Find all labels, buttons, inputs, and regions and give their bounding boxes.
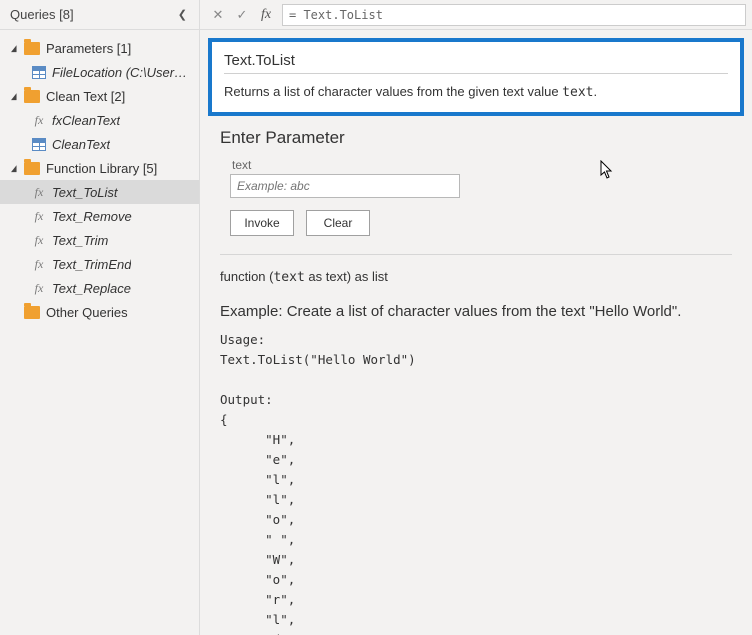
sig-prefix: function ( — [220, 269, 273, 284]
formula-input[interactable] — [282, 4, 746, 26]
queries-pane: Queries [8] ❮ ◢ Parameters [1] FileLocatio… — [0, 0, 200, 635]
queries-pane-title: Queries [8] — [10, 7, 74, 22]
queries-pane-header: Queries [8] ❮ — [0, 0, 199, 30]
tree-item[interactable]: fx Text_Trim — [0, 228, 199, 252]
example-code-block: Usage: Text.ToList("Hello World") Output… — [220, 330, 732, 635]
enter-parameter-title: Enter Parameter — [220, 128, 732, 148]
tree-item-label: Text_ToList — [52, 185, 118, 200]
table-icon — [32, 138, 46, 151]
param-text-input[interactable] — [230, 174, 460, 198]
sig-arg: text — [273, 270, 304, 285]
main-area: ✕ ✓ fx Text.ToList Returns a list of cha… — [200, 0, 752, 635]
fx-icon: fx — [254, 7, 278, 23]
tree-group-label: Function Library [5] — [46, 161, 157, 176]
example-title: Example: Create a list of character valu… — [220, 303, 732, 320]
tree-item[interactable]: CleanText — [0, 132, 199, 156]
triangle-down-icon[interactable]: ◢ — [11, 91, 19, 102]
tree-group[interactable]: ◢ Function Library [5] — [0, 156, 199, 180]
tree-item-label: Text_Replace — [52, 281, 131, 296]
folder-icon — [24, 306, 40, 319]
tree-item-label: Text_Trim — [52, 233, 108, 248]
tree-item-label: CleanText — [52, 137, 110, 152]
divider — [220, 254, 732, 255]
invoke-button[interactable]: Invoke — [230, 210, 294, 236]
tree-group-label: Other Queries — [46, 305, 128, 320]
formula-bar: ✕ ✓ fx — [200, 0, 752, 30]
function-description: Returns a list of character values from … — [224, 84, 728, 100]
folder-icon — [24, 42, 40, 55]
tree-item-label: Text_Remove — [52, 209, 132, 224]
queries-tree: ◢ Parameters [1] FileLocation (C:\Users\L.… — [0, 30, 199, 330]
clear-button[interactable]: Clear — [306, 210, 370, 236]
tree-group[interactable]: ◢ Clean Text [2] — [0, 84, 199, 108]
tree-group-label: Clean Text [2] — [46, 89, 125, 104]
collapse-pane-icon[interactable]: ❮ — [174, 6, 191, 23]
fx-icon: fx — [32, 281, 46, 296]
folder-icon — [24, 162, 40, 175]
function-info-box: Text.ToList Returns a list of character … — [208, 38, 744, 116]
tree-item[interactable]: fx Text_Remove — [0, 204, 199, 228]
desc-text: Returns a list of character values from … — [224, 84, 562, 99]
fx-icon: fx — [32, 233, 46, 248]
divider — [224, 73, 728, 74]
sig-suffix: as text) as list — [305, 269, 388, 284]
fx-icon: fx — [32, 257, 46, 272]
desc-code: text — [562, 85, 593, 100]
content-area: Enter Parameter text Invoke Clear functi… — [200, 116, 752, 635]
fx-icon: fx — [32, 113, 46, 128]
tree-item[interactable]: fx Text_Replace — [0, 276, 199, 300]
triangle-down-icon[interactable]: ◢ — [11, 163, 19, 174]
fx-icon: fx — [32, 209, 46, 224]
function-signature: function (text as text) as list — [220, 269, 732, 285]
tree-item-label: FileLocation (C:\Users\L... — [52, 65, 193, 80]
formula-cancel-button[interactable]: ✕ — [206, 4, 230, 26]
tree-item[interactable]: fx fxCleanText — [0, 108, 199, 132]
tree-item-label: fxCleanText — [52, 113, 120, 128]
folder-icon — [24, 90, 40, 103]
tree-group[interactable]: ◢ Parameters [1] — [0, 36, 199, 60]
desc-suffix: . — [593, 84, 597, 99]
tree-item[interactable]: fx Text_TrimEnd — [0, 252, 199, 276]
fx-icon: fx — [32, 185, 46, 200]
tree-item[interactable]: fx Text_ToList — [0, 180, 199, 204]
tree-item-label: Text_TrimEnd — [52, 257, 131, 272]
formula-commit-button[interactable]: ✓ — [230, 4, 254, 26]
tree-group[interactable]: Other Queries — [0, 300, 199, 324]
triangle-down-icon[interactable]: ◢ — [11, 43, 19, 54]
table-icon — [32, 66, 46, 79]
button-row: Invoke Clear — [230, 210, 732, 236]
tree-item[interactable]: FileLocation (C:\Users\L... — [0, 60, 199, 84]
param-label-text: text — [232, 158, 732, 172]
tree-group-label: Parameters [1] — [46, 41, 131, 56]
function-name: Text.ToList — [224, 52, 728, 69]
